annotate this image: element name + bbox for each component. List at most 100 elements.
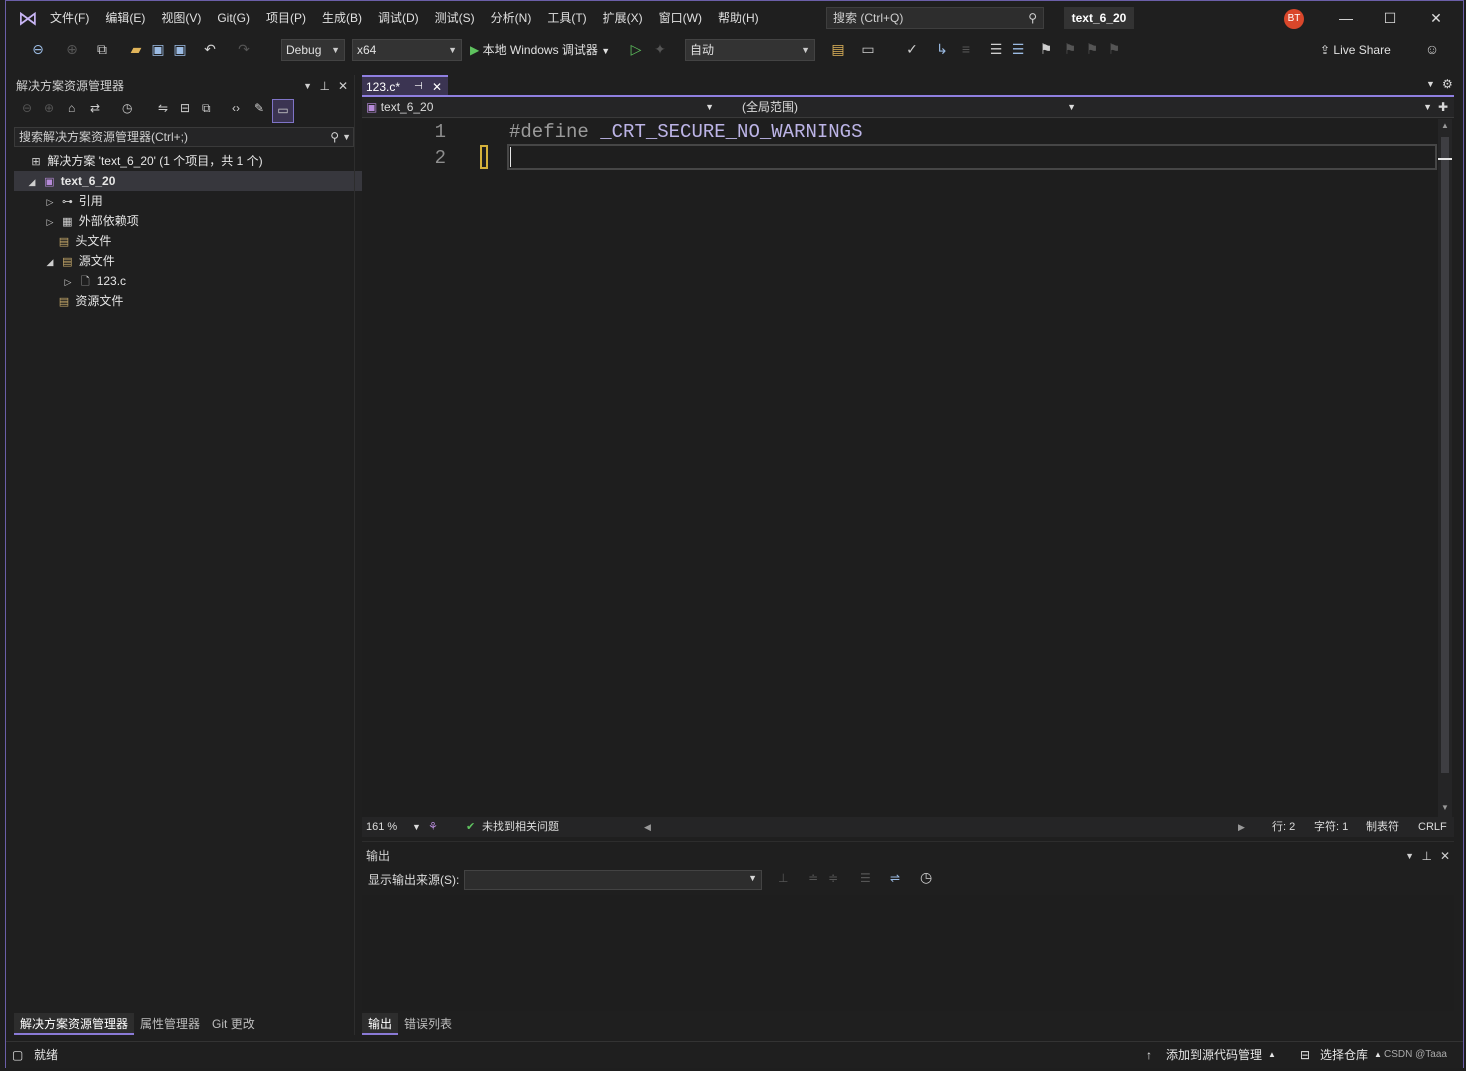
indent-icon[interactable]: ☰ [1008, 39, 1028, 59]
pending-changes-icon[interactable]: ◷ [122, 101, 132, 115]
solution-folder-icon[interactable]: ▤ [828, 39, 848, 59]
collapsed-arrow-icon[interactable]: ▷ [44, 212, 56, 232]
member-nav-dropdown[interactable]: ▼ [1084, 97, 1434, 117]
menu-git[interactable]: Git(G) [209, 1, 258, 35]
scroll-up-icon[interactable]: ▲ [1441, 121, 1449, 130]
chevron-down-icon[interactable]: ▼ [342, 128, 351, 146]
next-bookmark-icon[interactable]: ⚑ [1082, 39, 1102, 59]
forward-icon[interactable]: ⊕ [44, 101, 54, 115]
switch-views-icon[interactable]: ⇄ [90, 101, 100, 115]
preview-selected-icon[interactable]: ▭ [272, 99, 294, 123]
bookmark-icon[interactable]: ⚑ [1036, 39, 1056, 59]
output-text-area[interactable] [362, 895, 1454, 1011]
issues-status[interactable]: 未找到相关问题 [482, 817, 559, 837]
output-splitter[interactable] [362, 841, 1454, 842]
spell-check-icon[interactable]: ✓ [902, 39, 922, 59]
uncomment-icon[interactable]: ≡ [956, 39, 976, 59]
undo-icon[interactable]: ↶ [200, 39, 220, 59]
menu-help[interactable]: 帮助(H) [710, 1, 767, 35]
properties-icon[interactable]: ✎ [254, 101, 264, 115]
home-icon[interactable]: ⌂ [68, 101, 75, 115]
auto-dropdown[interactable]: 自动 ▼ [685, 39, 815, 61]
tree-item-header-files[interactable]: ▤ 头文件 [14, 231, 396, 251]
tree-item-external-deps[interactable]: ▷ ▦ 外部依赖项 [14, 211, 384, 231]
scroll-left-icon[interactable]: ◀ [644, 817, 651, 837]
indent-mode[interactable]: 制表符 [1366, 817, 1399, 837]
prev-bookmark-icon[interactable]: ⚑ [1060, 39, 1080, 59]
sync-icon[interactable]: ⇋ [158, 101, 168, 115]
menu-window[interactable]: 窗口(W) [651, 1, 710, 35]
menu-analyze[interactable]: 分析(N) [483, 1, 540, 35]
save-all-icon[interactable]: ▣ [170, 39, 190, 59]
collapsed-arrow-icon[interactable]: ▷ [62, 272, 74, 292]
project-node[interactable]: ◢ ▣ text_6_20 [14, 171, 366, 191]
solution-node[interactable]: ⊞ 解决方案 'text_6_20' (1 个项目，共 1 个) [14, 151, 368, 171]
document-tab-123c[interactable]: 123.c* ⊣ ✕ [362, 75, 448, 95]
menu-build[interactable]: 生成(B) [314, 1, 370, 35]
tab-solution-explorer[interactable]: 解决方案资源管理器 [14, 1013, 135, 1035]
live-share-button[interactable]: ⇪ Live Share [1320, 39, 1391, 61]
editor-vertical-scrollbar[interactable]: ▲ ▼ [1438, 119, 1452, 817]
feedback-icon[interactable]: ☺ [1422, 39, 1442, 59]
tree-item-source-files[interactable]: ◢ ▤ 源文件 [14, 251, 384, 271]
scroll-right-icon[interactable]: ▶ [1238, 817, 1245, 837]
expanded-arrow-icon[interactable]: ◢ [26, 172, 38, 192]
step-icon[interactable]: ↳ [932, 39, 952, 59]
tree-item-123c[interactable]: ▷ 🗋 123.c [14, 271, 402, 291]
menu-view[interactable]: 视图(V) [153, 1, 209, 35]
menu-extensions[interactable]: 扩展(X) [595, 1, 651, 35]
tab-output[interactable]: 输出 [362, 1013, 399, 1035]
tab-git-changes[interactable]: Git 更改 [206, 1013, 261, 1035]
copilot-icon[interactable]: ⚘ [428, 817, 438, 837]
close-icon[interactable]: ✕ [1440, 847, 1450, 865]
tab-error-list[interactable]: 错误列表 [398, 1013, 458, 1035]
tree-item-references[interactable]: ▷ ⊶ 引用 [14, 191, 384, 211]
menu-tools[interactable]: 工具(T) [539, 1, 594, 35]
next-message-icon[interactable]: ≑ [828, 871, 838, 885]
chevron-down-icon[interactable]: ▼ [1426, 79, 1435, 89]
start-without-debugging-icon[interactable]: ▷ [626, 39, 646, 59]
collapsed-arrow-icon[interactable]: ▷ [44, 192, 56, 212]
clock-icon[interactable]: ◷ [920, 869, 932, 886]
collapse-all-icon[interactable]: ⊟ [180, 101, 190, 115]
code-editor[interactable]: 1 #define _CRT_SECURE_NO_WARNINGS 2 [362, 119, 1440, 817]
find-message-icon[interactable]: ⊥ [778, 871, 788, 885]
word-wrap-icon[interactable]: ⇌ [890, 871, 900, 885]
window-layout-icon[interactable]: ▭ [858, 39, 878, 59]
expanded-arrow-icon[interactable]: ◢ [44, 252, 56, 272]
chevron-up-icon[interactable]: ▲ [1374, 1042, 1382, 1068]
user-avatar[interactable]: BT [1284, 9, 1304, 29]
close-tab-icon[interactable]: ✕ [432, 77, 442, 97]
solution-search-input[interactable]: 搜索解决方案资源管理器(Ctrl+;) ⚲ ▼ [14, 127, 354, 147]
menu-test[interactable]: 测试(S) [427, 1, 483, 35]
panel-splitter[interactable] [354, 75, 355, 1035]
line-indicator[interactable]: 行: 2 [1272, 817, 1295, 837]
line-ending[interactable]: CRLF [1418, 817, 1447, 837]
global-search-box[interactable]: 搜索 (Ctrl+Q) ⚲ [826, 7, 1044, 29]
scope-nav-dropdown[interactable]: (全局范围) ▼ [742, 97, 1078, 117]
clear-all-icon[interactable]: ☰ [860, 871, 871, 885]
navigate-back-icon[interactable]: ⊖ [28, 39, 48, 59]
gear-icon[interactable]: ⚙ [1442, 77, 1453, 91]
split-editor-icon[interactable]: ✚ [1438, 97, 1448, 117]
menu-file[interactable]: 文件(F) [42, 1, 97, 35]
back-icon[interactable]: ⊖ [22, 101, 32, 115]
chevron-up-icon[interactable]: ▲ [1268, 1042, 1276, 1068]
pin-icon[interactable]: ⊣ [414, 77, 423, 97]
show-all-files-icon[interactable]: ⧉ [202, 101, 211, 116]
open-file-icon[interactable]: ▰ [126, 39, 146, 59]
clear-bookmarks-icon[interactable]: ⚑ [1104, 39, 1124, 59]
notification-icon[interactable]: ▢ [12, 1042, 23, 1068]
save-icon[interactable]: ▣ [148, 39, 168, 59]
column-indicator[interactable]: 字符: 1 [1314, 817, 1348, 837]
chevron-down-icon[interactable]: ▼ [1405, 847, 1414, 865]
scrollbar-thumb[interactable] [1441, 137, 1449, 773]
start-debugging-button[interactable]: ▶ 本地 Windows 调试器 ▼ [470, 39, 610, 61]
hot-reload-icon[interactable]: ✦ [650, 39, 670, 59]
close-icon[interactable]: ✕ [338, 77, 348, 95]
view-code-icon[interactable]: ‹› [232, 101, 240, 115]
project-nav-dropdown[interactable]: ▣ text_6_20 ▼ [366, 97, 716, 117]
pin-icon[interactable]: ⊥ [1422, 847, 1432, 865]
tree-item-resource-files[interactable]: ▤ 资源文件 [14, 291, 396, 311]
platform-dropdown[interactable]: x64 ▼ [352, 39, 462, 61]
